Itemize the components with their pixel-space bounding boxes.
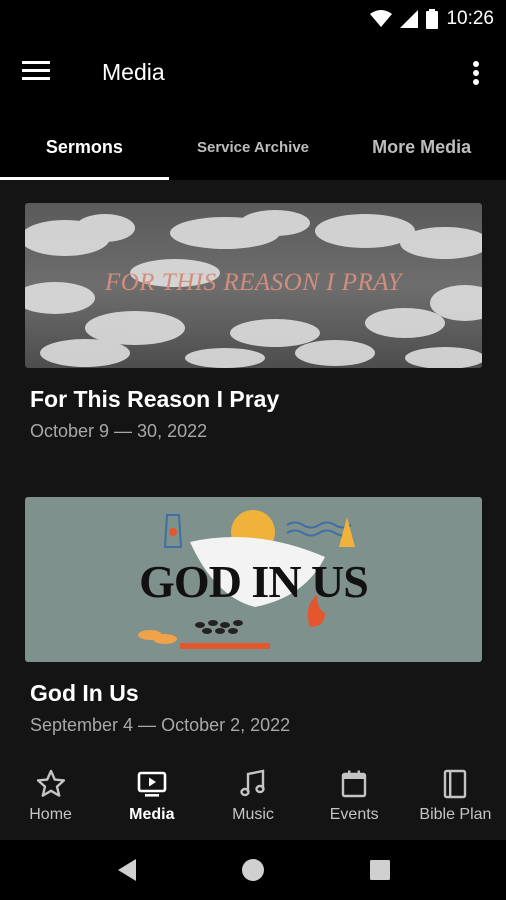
back-triangle-icon	[118, 859, 136, 881]
book-icon	[444, 769, 467, 799]
tab-more-media[interactable]: More Media	[337, 114, 506, 180]
nav-label: Events	[329, 806, 379, 823]
nav-events[interactable]: Events	[304, 750, 405, 840]
calendar-icon	[342, 770, 367, 798]
sermon-date: October 9 — 30, 2022	[30, 421, 208, 441]
sermon-list: FOR THIS REASON I PRAY For This Reason I…	[0, 180, 506, 750]
tv-play-icon	[137, 771, 167, 797]
nav-label: Home	[29, 806, 72, 823]
overflow-menu-button[interactable]	[466, 58, 486, 92]
page-title: Media	[102, 59, 165, 85]
sermon-card[interactable]: GOD IN US God In Us September 4 — Octobe…	[25, 497, 482, 736]
wifi-icon	[370, 10, 393, 27]
music-note-icon	[240, 769, 265, 797]
star-icon	[36, 769, 65, 797]
more-vertical-icon	[473, 61, 479, 85]
sermon-title: For This Reason I Pray	[30, 386, 280, 412]
artwork-title: FOR THIS REASON I PRAY	[104, 269, 403, 296]
artwork-title: GOD IN US	[139, 556, 369, 607]
hamburger-icon	[22, 61, 50, 80]
system-navigation-bar	[0, 840, 506, 900]
bottom-navigation: Home Media Music Events Bible Plan	[0, 750, 506, 840]
home-circle-icon	[242, 859, 264, 881]
menu-button[interactable]	[22, 60, 56, 90]
signal-icon	[400, 10, 419, 28]
nav-bible-plan[interactable]: Bible Plan	[405, 750, 506, 840]
app-bar: Media	[0, 38, 506, 114]
nav-home[interactable]: Home	[0, 750, 101, 840]
sermon-date: September 4 — October 2, 2022	[30, 715, 291, 735]
battery-icon	[426, 9, 439, 29]
nav-label: Music	[232, 806, 274, 823]
nav-music[interactable]: Music	[202, 750, 303, 840]
status-icons: 10:26	[370, 6, 494, 32]
nav-label: Media	[129, 806, 175, 823]
sermon-title: God In Us	[30, 680, 139, 706]
status-time: 10:26	[446, 8, 494, 29]
sermon-card[interactable]: FOR THIS REASON I PRAY For This Reason I…	[25, 203, 482, 442]
recents-square-icon	[370, 860, 390, 880]
status-bar: 10:26	[0, 0, 506, 38]
sermon-artwork: GOD IN US	[25, 497, 482, 662]
tab-sermons[interactable]: Sermons	[0, 114, 169, 180]
nav-label: Bible Plan	[419, 806, 492, 823]
nav-media[interactable]: Media	[101, 750, 202, 840]
back-button[interactable]	[112, 854, 144, 886]
recents-button[interactable]	[364, 854, 396, 886]
tab-bar: Sermons Service Archive More Media	[0, 114, 506, 180]
home-button[interactable]	[237, 854, 269, 886]
sermon-artwork: FOR THIS REASON I PRAY	[25, 203, 482, 368]
tab-service-archive[interactable]: Service Archive	[169, 114, 338, 180]
